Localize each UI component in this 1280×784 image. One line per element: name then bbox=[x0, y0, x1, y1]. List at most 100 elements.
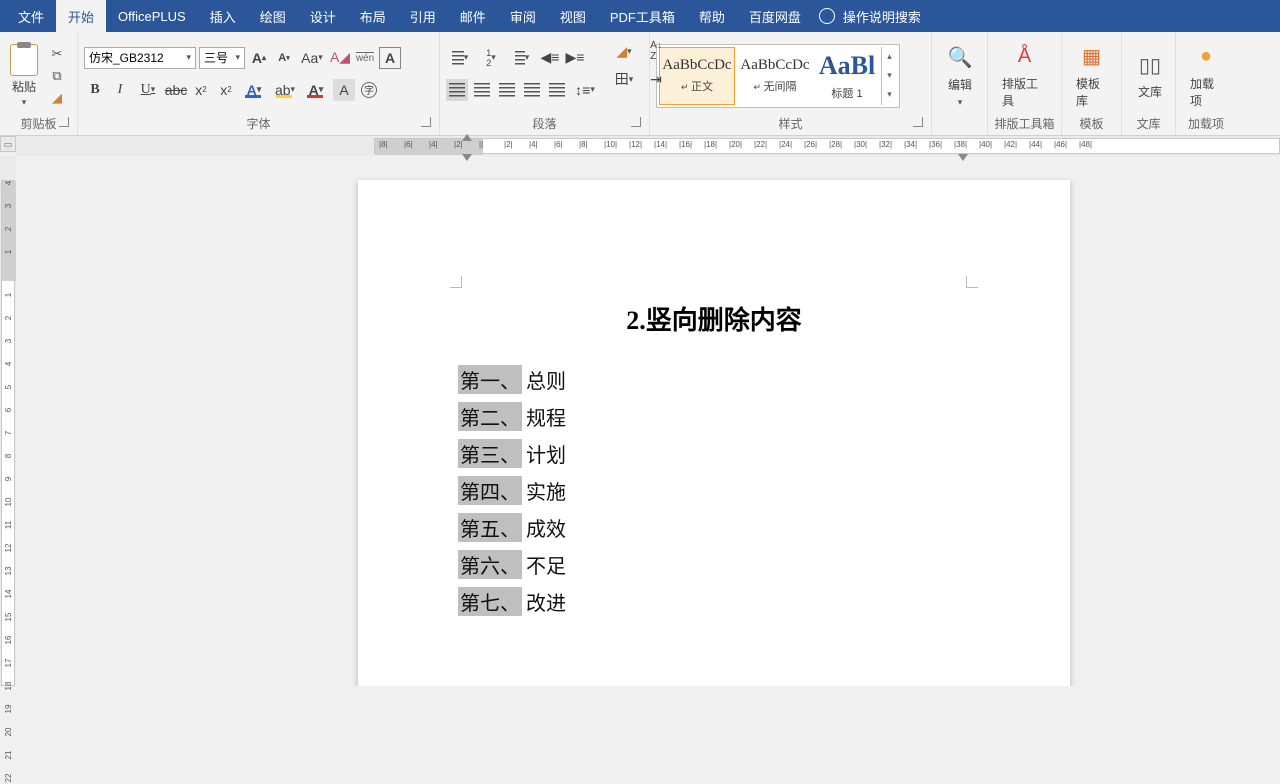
first-line-indent-marker[interactable] bbox=[462, 134, 472, 141]
selected-text[interactable]: 第五、 bbox=[458, 513, 522, 542]
char-border-button[interactable]: A bbox=[379, 47, 401, 69]
justify-button[interactable] bbox=[521, 79, 543, 101]
selected-text[interactable]: 第三、 bbox=[458, 439, 522, 468]
change-case-button[interactable]: Aa▾ bbox=[298, 47, 326, 69]
tell-me-search[interactable]: 操作说明搜索 bbox=[819, 7, 921, 26]
italic-button[interactable]: I bbox=[109, 79, 131, 101]
list-text[interactable]: 计划 bbox=[522, 439, 566, 468]
document-list[interactable]: 第一、总则第二、规程第三、计划第四、实施第五、成效第六、不足第七、改进 bbox=[458, 361, 1070, 620]
underline-button[interactable]: U▾ bbox=[134, 79, 162, 101]
menu-officeplus[interactable]: OfficePLUS bbox=[106, 0, 198, 32]
list-text[interactable]: 总则 bbox=[522, 365, 566, 394]
align-right-button[interactable] bbox=[496, 79, 518, 101]
menu-draw[interactable]: 绘图 bbox=[248, 0, 298, 32]
bold-button[interactable]: B bbox=[84, 79, 106, 101]
subscript-button[interactable]: x2 bbox=[190, 79, 212, 101]
selected-text[interactable]: 第二、 bbox=[458, 402, 522, 431]
grow-font-button[interactable]: A▴ bbox=[248, 47, 270, 69]
style-heading1[interactable]: AaBl 标题 1 bbox=[815, 47, 879, 105]
document-title[interactable]: 2.竖向删除内容 bbox=[358, 300, 1070, 337]
library-button[interactable]: ▯▯文库 bbox=[1128, 47, 1172, 104]
selected-text[interactable]: 第七、 bbox=[458, 587, 522, 616]
vertical-ruler[interactable]: 432112345678910111213141516171819202122 bbox=[0, 156, 16, 686]
strikethrough-button[interactable]: abc bbox=[165, 79, 187, 101]
paragraph-launcher[interactable] bbox=[631, 117, 641, 127]
font-launcher[interactable] bbox=[421, 117, 431, 127]
numbering-button[interactable]: 12▾ bbox=[477, 47, 505, 69]
borders-button[interactable]: 田▾ bbox=[610, 68, 638, 90]
menu-help[interactable]: 帮助 bbox=[687, 0, 737, 32]
menu-mailings[interactable]: 邮件 bbox=[448, 0, 498, 32]
menu-review[interactable]: 审阅 bbox=[498, 0, 548, 32]
menu-view[interactable]: 视图 bbox=[548, 0, 598, 32]
decrease-indent-button[interactable]: ◀≡ bbox=[539, 47, 561, 69]
template-button[interactable]: ▦模板库 bbox=[1068, 39, 1115, 113]
menu-pdftool[interactable]: PDF工具箱 bbox=[598, 0, 687, 32]
format-painter-button[interactable]: ◢ bbox=[48, 89, 66, 107]
clear-format-button[interactable]: A◢ bbox=[329, 47, 351, 69]
ruler-corner[interactable]: ▭ bbox=[0, 136, 16, 152]
vertical-scrollbar[interactable] bbox=[1264, 156, 1280, 686]
menu-home[interactable]: 开始 bbox=[56, 0, 106, 32]
enclose-char-button[interactable]: 字 bbox=[358, 79, 380, 101]
indent-icon: ▶≡ bbox=[566, 49, 585, 66]
typeset-button[interactable]: Å排版工具 bbox=[994, 39, 1055, 113]
superscript-button[interactable]: x2 bbox=[215, 79, 237, 101]
list-item[interactable]: 第二、规程 bbox=[458, 398, 1070, 435]
copy-button[interactable]: ⧉ bbox=[48, 67, 66, 85]
show-marks-button[interactable]: ⇥ bbox=[645, 68, 667, 90]
list-text[interactable]: 规程 bbox=[522, 402, 566, 431]
selected-text[interactable]: 第一、 bbox=[458, 365, 522, 394]
sort-button[interactable]: A↓Z bbox=[642, 40, 670, 62]
list-item[interactable]: 第三、计划 bbox=[458, 435, 1070, 472]
text-effects-button[interactable]: A▾ bbox=[240, 79, 268, 101]
distributed-button[interactable] bbox=[546, 79, 568, 101]
styles-launcher[interactable] bbox=[913, 117, 923, 127]
hanging-indent-marker[interactable] bbox=[462, 154, 472, 161]
menu-references[interactable]: 引用 bbox=[398, 0, 448, 32]
menu-baidu[interactable]: 百度网盘 bbox=[737, 0, 813, 32]
list-item[interactable]: 第四、实施 bbox=[458, 472, 1070, 509]
list-item[interactable]: 第五、成效 bbox=[458, 509, 1070, 546]
font-name-select[interactable]: 仿宋_GB2312▾ bbox=[84, 47, 196, 69]
clipboard-launcher[interactable] bbox=[59, 117, 69, 127]
list-text[interactable]: 改进 bbox=[522, 587, 566, 616]
menu-layout[interactable]: 布局 bbox=[348, 0, 398, 32]
char-shading-button[interactable]: A bbox=[333, 79, 355, 101]
bullets-button[interactable]: ▾ bbox=[446, 47, 474, 69]
increase-indent-button[interactable]: ▶≡ bbox=[564, 47, 586, 69]
list-text[interactable]: 实施 bbox=[522, 476, 566, 505]
ruler-tick: |28| bbox=[829, 140, 842, 149]
horizontal-ruler[interactable]: |8||6||4||2||||2||4||6||8||10||12||14||1… bbox=[16, 136, 1280, 156]
selected-text[interactable]: 第四、 bbox=[458, 476, 522, 505]
align-left-button[interactable] bbox=[446, 79, 468, 101]
list-text[interactable]: 成效 bbox=[522, 513, 566, 542]
styles-gallery[interactable]: AaBbCcDc ↵ 正文 AaBbCcDc ↵ 无间隔 AaBl 标题 1 ▴… bbox=[656, 44, 900, 108]
phonetic-guide-button[interactable]: wén bbox=[354, 47, 376, 69]
styles-scroll[interactable]: ▴ ▾ ▾ bbox=[881, 47, 897, 105]
list-item[interactable]: 第七、改进 bbox=[458, 583, 1070, 620]
addin-button[interactable]: ●加载项 bbox=[1182, 39, 1230, 113]
line-spacing-button[interactable]: ↕≡▾ bbox=[571, 79, 599, 101]
highlight-button[interactable]: ab▾ bbox=[271, 79, 299, 101]
list-item[interactable]: 第一、总则 bbox=[458, 361, 1070, 398]
menu-design[interactable]: 设计 bbox=[298, 0, 348, 32]
edit-button[interactable]: 🔍编辑▾ bbox=[938, 40, 982, 112]
font-size-select[interactable]: 三号▾ bbox=[199, 47, 245, 69]
multilevel-button[interactable]: ▾ bbox=[508, 47, 536, 69]
shading-button[interactable]: ◢▾ bbox=[610, 40, 638, 62]
style-normal[interactable]: AaBbCcDc ↵ 正文 bbox=[659, 47, 735, 105]
cut-button[interactable]: ✂ bbox=[48, 45, 66, 63]
selected-text[interactable]: 第六、 bbox=[458, 550, 522, 579]
align-center-button[interactable] bbox=[471, 79, 493, 101]
menu-file[interactable]: 文件 bbox=[6, 0, 56, 32]
paste-button[interactable]: 粘贴 ▾ bbox=[6, 42, 42, 110]
font-color-button[interactable]: A▾ bbox=[302, 79, 330, 101]
list-text[interactable]: 不足 bbox=[522, 550, 566, 579]
style-nospacing[interactable]: AaBbCcDc ↵ 无间隔 bbox=[737, 47, 813, 105]
document-area[interactable]: 2.竖向删除内容 第一、总则第二、规程第三、计划第四、实施第五、成效第六、不足第… bbox=[16, 156, 1280, 686]
list-item[interactable]: 第六、不足 bbox=[458, 546, 1070, 583]
shrink-font-button[interactable]: A▾ bbox=[273, 47, 295, 69]
right-indent-marker[interactable] bbox=[958, 154, 968, 161]
menu-insert[interactable]: 插入 bbox=[198, 0, 248, 32]
